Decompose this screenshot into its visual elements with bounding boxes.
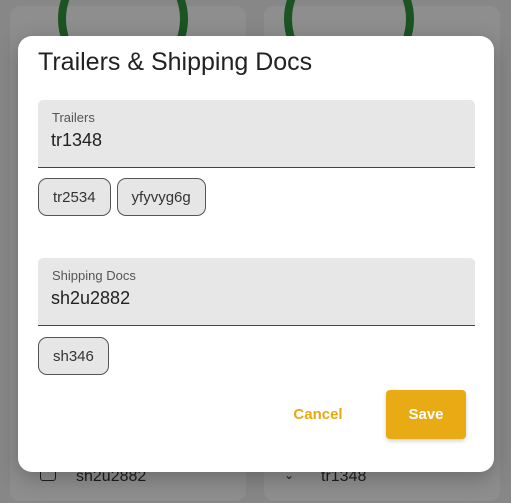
trailers-shipping-dialog: Trailers & Shipping Docs Trailers tr2534…: [18, 36, 494, 472]
trailers-field[interactable]: Trailers: [38, 100, 475, 168]
shipping-doc-chips: sh346: [38, 337, 109, 375]
shipping-docs-field[interactable]: Shipping Docs: [38, 258, 475, 326]
trailers-field-label: Trailers: [52, 110, 95, 125]
trailer-chips: tr2534 yfyvyg6g: [38, 178, 206, 216]
shipping-docs-field-label: Shipping Docs: [52, 268, 136, 283]
cancel-button[interactable]: Cancel: [276, 390, 360, 439]
dialog-title: Trailers & Shipping Docs: [38, 48, 313, 76]
screen: sh2u2882 ⌄ tr1348 Trailers & Shipping Do…: [0, 0, 511, 503]
trailer-chip[interactable]: tr2534: [38, 178, 111, 216]
save-button[interactable]: Save: [386, 390, 466, 439]
trailers-input[interactable]: [51, 130, 451, 151]
shipping-doc-chip[interactable]: sh346: [38, 337, 109, 375]
trailer-chip[interactable]: yfyvyg6g: [116, 178, 206, 216]
shipping-docs-input[interactable]: [51, 288, 451, 309]
